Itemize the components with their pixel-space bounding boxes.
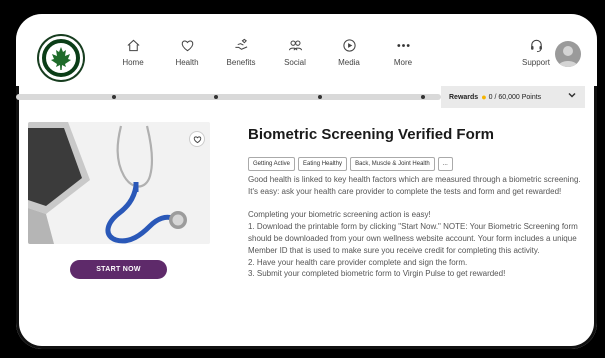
- support-label: Support: [521, 58, 551, 67]
- benefits-icon: [214, 38, 268, 54]
- topic-tags: Getting Active Eating Healthy Back, Musc…: [248, 157, 456, 171]
- rewards-progress-track: [16, 94, 441, 100]
- tag-back-muscle-joint[interactable]: Back, Muscle & Joint Health: [350, 157, 435, 171]
- rewards-points: 0 / 60,000 Points: [488, 93, 542, 101]
- step-3: 3. Submit your completed biometric form …: [248, 269, 506, 279]
- nav-item-social[interactable]: Social: [268, 38, 322, 67]
- heart-icon: [160, 38, 214, 54]
- favorite-heart-button[interactable]: [189, 131, 205, 147]
- nav-item-label: Home: [122, 58, 144, 67]
- device-frame: Home Health Benefits Social Media More S…: [4, 4, 601, 354]
- page-title: Biometric Screening Verified Form: [248, 126, 494, 143]
- activity-image: [28, 122, 210, 244]
- app-screen: Home Health Benefits Social Media More S…: [16, 14, 597, 349]
- progress-milestone-dot: [421, 95, 425, 99]
- nav-item-label: Media: [338, 58, 360, 67]
- support-button[interactable]: Support: [516, 38, 556, 67]
- nav-item-media[interactable]: Media: [322, 38, 376, 67]
- activity-description: Good health is linked to key health fact…: [248, 174, 586, 280]
- intro-paragraph: Good health is linked to key health fact…: [248, 175, 581, 196]
- heart-icon: [193, 135, 201, 143]
- rewards-dropdown[interactable]: Rewards ● 0 / 60,000 Points: [441, 86, 585, 108]
- home-icon: [106, 38, 160, 54]
- nav-item-benefits[interactable]: Benefits: [214, 38, 268, 67]
- laptop-stethoscope-illustration: [28, 122, 210, 244]
- nav-item-label: Health: [175, 58, 199, 67]
- play-icon: [322, 38, 376, 54]
- step-2: 2. Have your health care provider comple…: [248, 257, 468, 267]
- headset-icon: [516, 38, 556, 54]
- tag-eating-healthy[interactable]: Eating Healthy: [298, 157, 348, 171]
- nav-item-home[interactable]: Home: [106, 38, 160, 67]
- chevron-down-icon: [567, 90, 577, 103]
- progress-milestone-dot: [318, 95, 322, 99]
- nav-item-label: Social: [284, 58, 306, 67]
- social-icon: [268, 38, 322, 54]
- nav-item-label: More: [393, 58, 413, 67]
- more-dots-icon: [376, 38, 430, 54]
- rewards-progress-row: Rewards ● 0 / 60,000 Points: [16, 86, 597, 108]
- nav-item-more[interactable]: More: [376, 38, 430, 67]
- tag-more-button[interactable]: ...: [437, 157, 453, 171]
- avatar[interactable]: [555, 41, 581, 67]
- tag-getting-active[interactable]: Getting Active: [248, 157, 296, 171]
- nav-item-health[interactable]: Health: [160, 38, 214, 67]
- organization-logo[interactable]: [39, 36, 83, 80]
- main-nav: Home Health Benefits Social Media More: [106, 38, 430, 67]
- star-coin-icon: ●: [481, 92, 487, 102]
- rewards-label: Rewards: [449, 93, 479, 101]
- progress-milestone-dot: [214, 95, 218, 99]
- progress-milestone-dot: [112, 95, 116, 99]
- nav-item-label: Benefits: [226, 58, 256, 67]
- user-silhouette-icon: [558, 46, 578, 67]
- maple-leaf-icon: [46, 43, 76, 73]
- step-1: 1. Download the printable form by clicki…: [248, 222, 578, 255]
- steps-heading: Completing your biometric screening acti…: [248, 210, 431, 220]
- top-navigation-bar: Home Health Benefits Social Media More S…: [16, 14, 597, 86]
- start-now-button[interactable]: START NOW: [70, 260, 167, 279]
